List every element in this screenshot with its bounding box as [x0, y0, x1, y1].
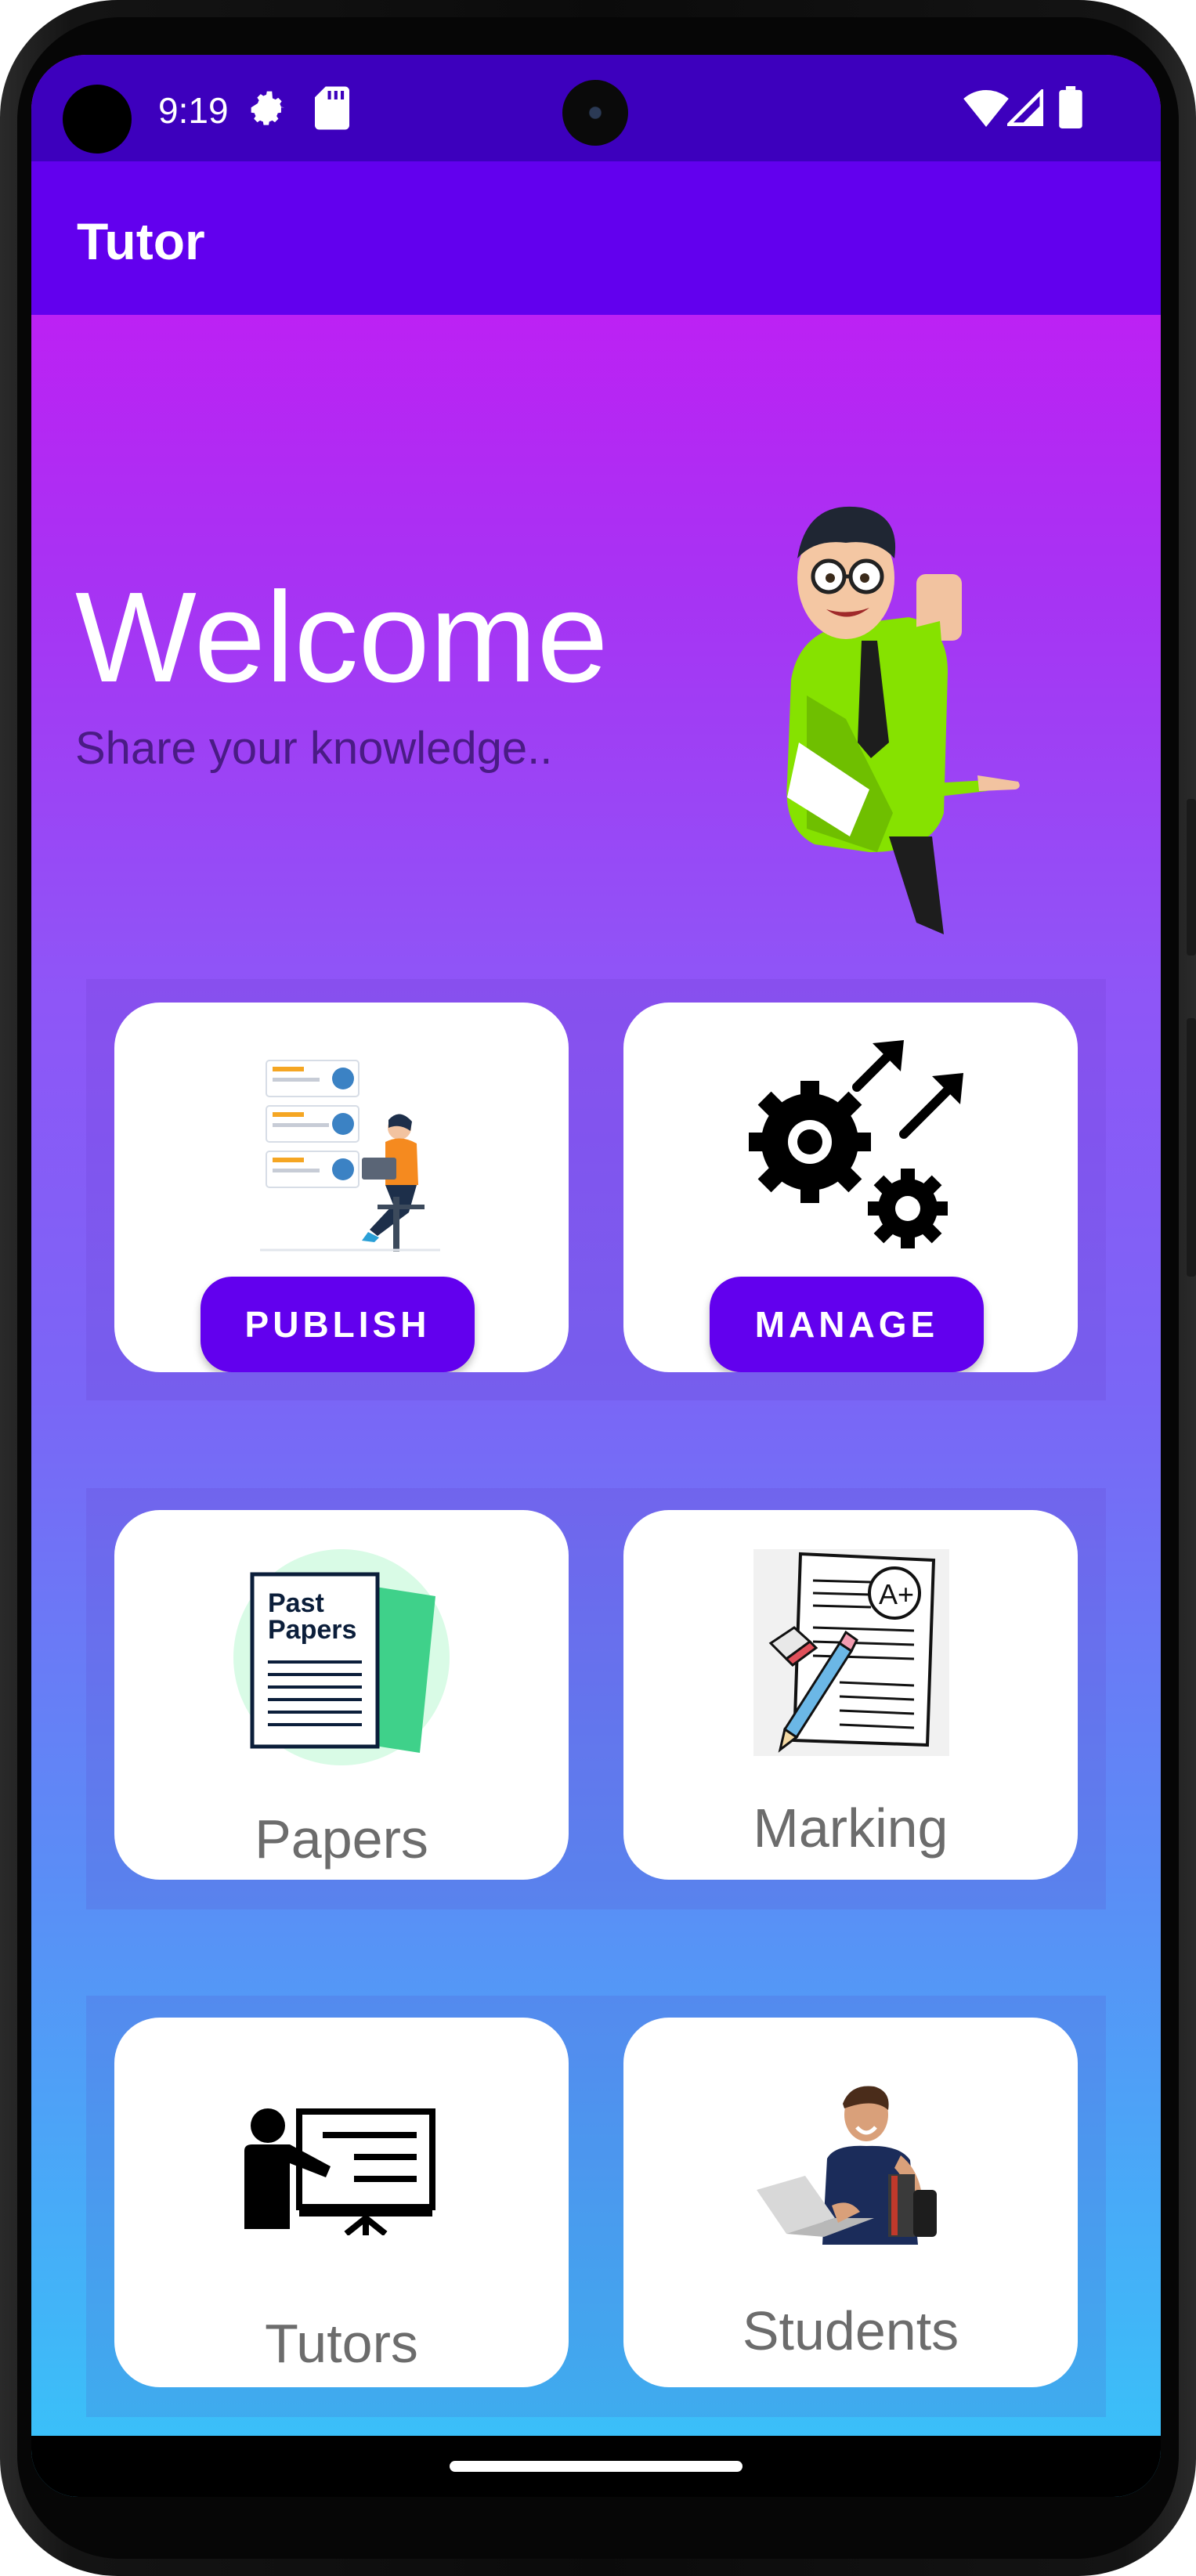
papers-label: Papers [255, 1808, 428, 1870]
settings-gear-icon [248, 88, 291, 135]
teacher-board-icon [244, 2108, 435, 2235]
status-time: 9:19 [158, 90, 229, 131]
welcome-subtitle: Share your knowledge.. [75, 723, 553, 774]
volume-button [1187, 1018, 1196, 1277]
marking-label: Marking [753, 1797, 948, 1859]
battery-icon [1059, 86, 1082, 132]
front-camera [562, 80, 628, 146]
papers-card[interactable]: Past Papers Papers [114, 1510, 569, 1880]
grade-text: A+ [879, 1578, 914, 1610]
card-row-3: Tutors Students [86, 1996, 1106, 2417]
punch-hole [63, 85, 132, 154]
system-nav-bar [31, 2436, 1161, 2497]
manage-card[interactable]: MANAGE [623, 1003, 1078, 1372]
tutors-card[interactable]: Tutors [114, 2018, 569, 2387]
welcome-heading: Welcome [75, 565, 609, 709]
power-button [1187, 799, 1196, 956]
home-gesture-handle[interactable] [450, 2461, 743, 2472]
publish-card[interactable]: PUBLISH [114, 1003, 569, 1372]
papers-icon-text-line2: Papers [268, 1615, 356, 1645]
app-title: Tutor [77, 212, 205, 270]
papers-icon-text-line1: Past [268, 1588, 324, 1618]
students-label: Students [742, 2300, 959, 2361]
screen: 9:19 Tutor Welcome Share your knowledge.… [31, 55, 1161, 2497]
past-papers-icon: Past Papers [233, 1549, 450, 1765]
gears-arrows-icon [749, 1040, 963, 1248]
phone-frame: 9:19 Tutor Welcome Share your knowledge.… [0, 0, 1196, 2576]
reviews-illustration [260, 1060, 440, 1252]
mascot-illustration [786, 506, 1020, 934]
students-card[interactable]: Students [623, 2018, 1078, 2387]
graded-paper-icon: A+ [753, 1549, 949, 1756]
publish-button[interactable]: PUBLISH [201, 1277, 475, 1372]
tutors-label: Tutors [265, 2313, 418, 2374]
card-row-2: Past Papers Papers A+ Marking [86, 1488, 1106, 1909]
cell-signal-icon [1004, 87, 1043, 131]
status-bar: 9:19 [31, 55, 1161, 161]
card-row-1: PUBLISH MANAGE [86, 979, 1106, 1400]
manage-button[interactable]: MANAGE [710, 1277, 984, 1372]
app-bar: Tutor [31, 161, 1161, 315]
student-photo [757, 2086, 937, 2245]
sd-card-icon [315, 86, 349, 134]
marking-card[interactable]: A+ Marking [623, 1510, 1078, 1880]
wifi-icon [963, 89, 1009, 131]
